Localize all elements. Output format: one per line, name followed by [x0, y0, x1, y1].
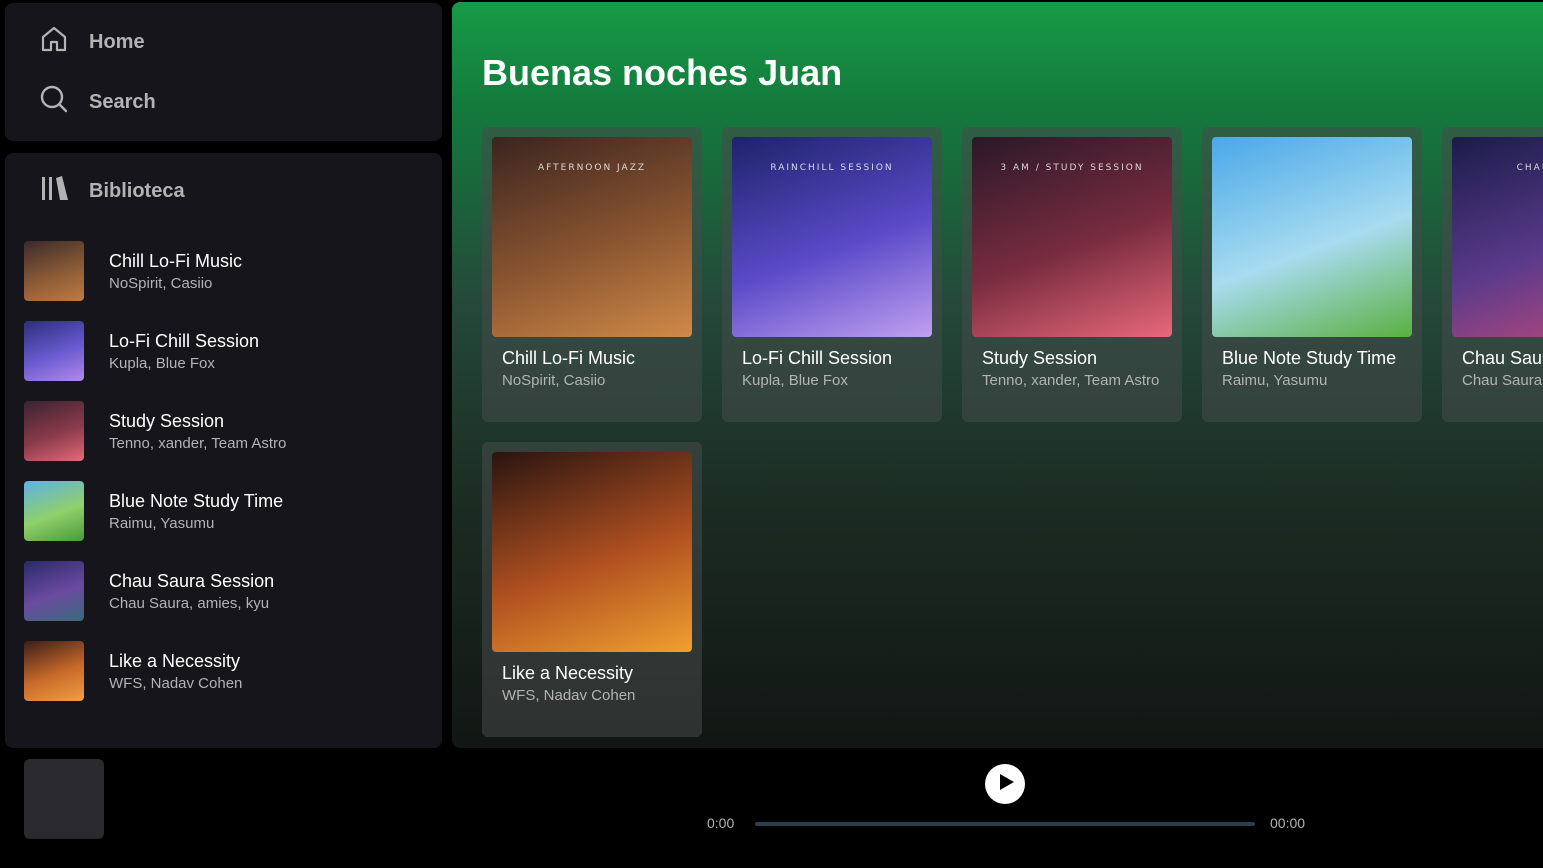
library-icon	[39, 173, 69, 209]
library-item[interactable]: Lo-Fi Chill Session Kupla, Blue Fox	[24, 311, 424, 391]
search-icon	[39, 84, 69, 120]
library-item-title: Chill Lo-Fi Music	[109, 250, 243, 271]
playlist-card-cover: AFTERNOON JAZZ	[492, 137, 692, 337]
playlist-card-cover	[1212, 137, 1412, 337]
library-item-artists: Tenno, xander, Team Astro	[109, 434, 287, 452]
progress-bar[interactable]	[755, 822, 1255, 826]
library-item-cover	[24, 241, 84, 301]
playlist-card-cover-label: CHAU SARA	[1516, 163, 1543, 173]
total-time: 00:00	[1270, 815, 1306, 831]
library-item[interactable]: Chau Saura Session Chau Saura, amies, kyu	[24, 551, 424, 631]
playlist-card-artists: Kupla, Blue Fox	[742, 372, 848, 389]
nav-home-label: Home	[89, 30, 145, 53]
playlist-card-title: Blue Note Study Time	[1222, 348, 1397, 368]
library-item[interactable]: Blue Note Study Time Raimu, Yasumu	[24, 471, 424, 551]
playlist-card-cover: 3 AM / STUDY SESSION	[972, 137, 1172, 337]
playlist-card-title: Study Session	[982, 348, 1098, 368]
playlist-card-cover-label: AFTERNOON JAZZ	[537, 163, 647, 173]
now-playing-cover	[24, 759, 104, 839]
library-item[interactable]: Like a Necessity WFS, Nadav Cohen	[24, 631, 424, 711]
library-header[interactable]: Biblioteca	[39, 175, 185, 207]
library-item-artists: NoSpirit, Casiio	[109, 274, 213, 292]
library-item-artists: Kupla, Blue Fox	[109, 354, 215, 372]
home-icon	[39, 24, 69, 60]
library-item-cover	[24, 321, 84, 381]
library-title: Biblioteca	[89, 179, 185, 202]
library-item-cover	[24, 641, 84, 701]
playlist-card[interactable]: Blue Note Study Time Raimu, Yasumu	[1202, 127, 1422, 422]
library-item-artists: Chau Saura, amies, kyu	[109, 594, 270, 612]
play-icon	[995, 773, 1016, 796]
library-item[interactable]: Study Session Tenno, xander, Team Astro	[24, 391, 424, 471]
playlist-card-artists: Raimu, Yasumu	[1222, 372, 1328, 389]
library-item-artists: Raimu, Yasumu	[109, 514, 215, 532]
playlist-card-artists: NoSpirit, Casiio	[502, 372, 606, 389]
playlist-card[interactable]: Like a Necessity WFS, Nadav Cohen	[482, 442, 702, 737]
playlist-card[interactable]: RAINCHILL SESSION Lo-Fi Chill Session Kupl…	[722, 127, 942, 422]
playlist-card[interactable]: CHAU SARA Chau Saura Session Chau Saura, a…	[1442, 127, 1543, 422]
playlist-card-artists: Tenno, xander, Team Astro	[982, 372, 1160, 389]
playlist-card-title: Chill Lo-Fi Music	[502, 348, 636, 368]
play-button[interactable]	[985, 764, 1025, 804]
library-item-title: Study Session	[109, 410, 225, 431]
playlist-card-title: Lo-Fi Chill Session	[742, 348, 893, 368]
library-item-title: Lo-Fi Chill Session	[109, 330, 260, 351]
current-time: 0:00	[707, 815, 735, 831]
playlist-card-artists: Chau Saura, amies, kyu	[1462, 372, 1543, 389]
playlist-card-cover	[492, 452, 692, 652]
playlist-card[interactable]: 3 AM / STUDY SESSION Study Session Tenno, …	[962, 127, 1182, 422]
nav-search-label: Search	[89, 90, 156, 113]
library-item[interactable]: Chill Lo-Fi Music NoSpirit, Casiio	[24, 231, 424, 311]
library-item-cover	[24, 401, 84, 461]
main-content: Buenas noches Juan AFTERNOON JAZZ Chill L…	[452, 2, 1543, 748]
nav-home[interactable]: Home	[39, 25, 145, 59]
library-item-title: Chau Saura Session	[109, 570, 275, 591]
library-list: Chill Lo-Fi Music NoSpirit, Casiio Lo-Fi C…	[24, 231, 424, 711]
playlist-card-cover: CHAU SARA	[1452, 137, 1543, 337]
playlist-card-cover: RAINCHILL SESSION	[732, 137, 932, 337]
playlist-card-cover-label: RAINCHILL SESSION	[770, 163, 894, 173]
playlist-card-cover-label: 3 AM / STUDY SESSION	[1000, 163, 1144, 173]
library-panel: Biblioteca Chill Lo-Fi Music NoSpirit, Ca…	[5, 153, 442, 748]
greeting-title: Buenas noches Juan	[482, 52, 843, 93]
playlist-card[interactable]: AFTERNOON JAZZ Chill Lo-Fi Music NoSpirit,…	[482, 127, 702, 422]
library-item-artists: WFS, Nadav Cohen	[109, 674, 243, 692]
library-item-cover	[24, 481, 84, 541]
library-item-cover	[24, 561, 84, 621]
playlist-card-artists: WFS, Nadav Cohen	[502, 687, 636, 704]
nav-panel: Home Search	[5, 3, 442, 141]
nav-search[interactable]: Search	[39, 85, 156, 119]
playlist-card-title: Like a Necessity	[502, 663, 634, 683]
playlist-card-title: Chau Saura Session	[1462, 348, 1543, 368]
library-item-title: Blue Note Study Time	[109, 490, 284, 511]
library-item-title: Like a Necessity	[109, 650, 241, 671]
